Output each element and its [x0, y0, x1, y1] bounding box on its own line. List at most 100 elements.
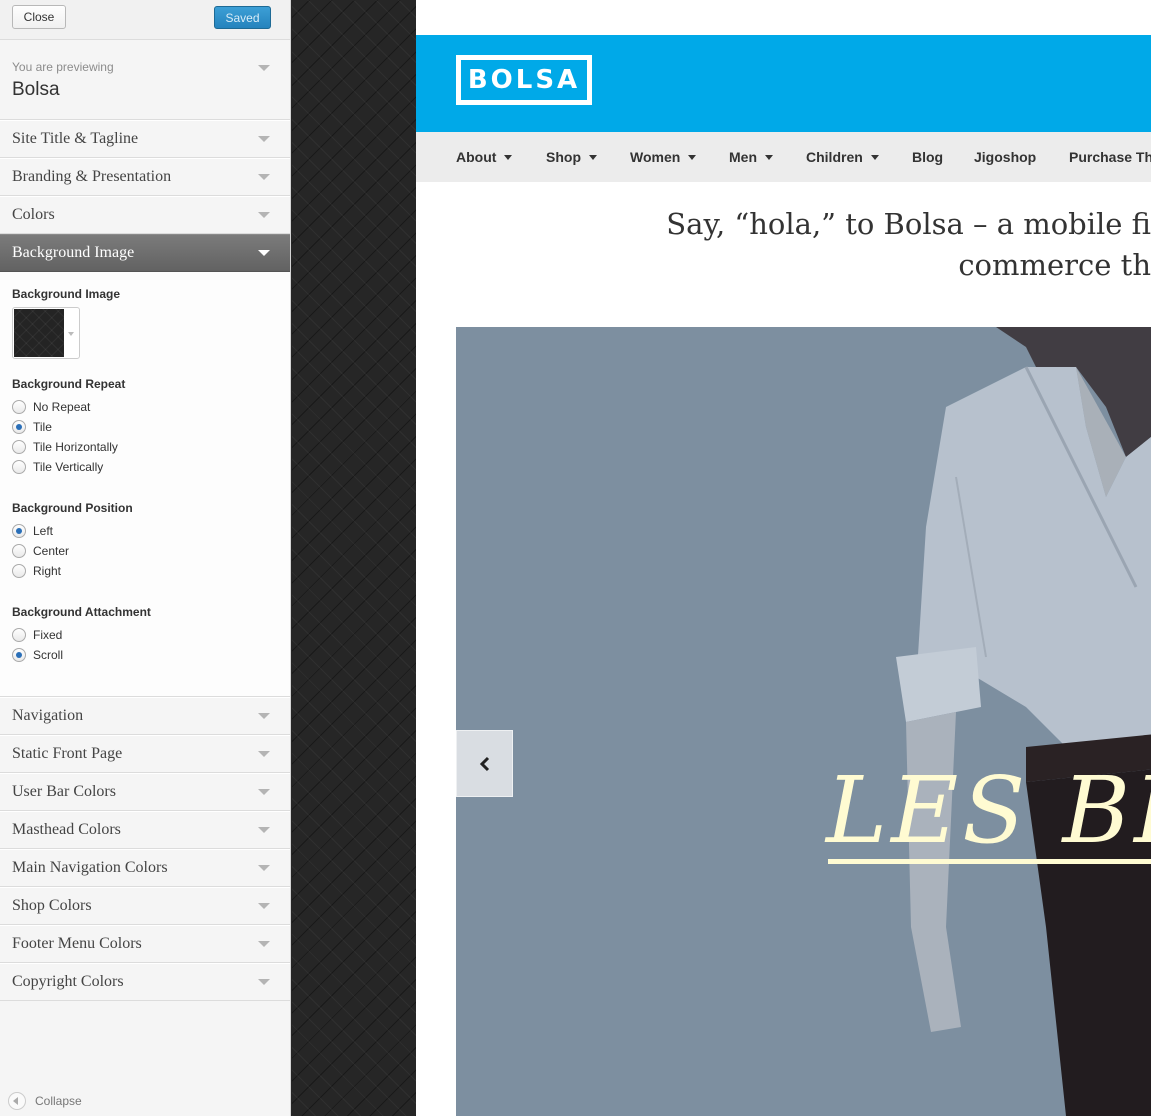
radio-button[interactable] — [12, 628, 26, 642]
section-label: Footer Menu Colors — [12, 935, 142, 952]
radio-right[interactable]: Right — [12, 561, 278, 581]
section-static-front-page[interactable]: Static Front Page — [0, 735, 290, 773]
section-label: Static Front Page — [12, 745, 123, 762]
background-attachment-options: Fixed Scroll — [12, 625, 278, 665]
saved-button[interactable]: Saved — [214, 6, 271, 29]
theme-name: Bolsa — [12, 79, 60, 100]
site-logo[interactable]: BOLSA — [456, 55, 592, 105]
nav-label: Women — [630, 149, 681, 165]
radio-label: Scroll — [33, 648, 64, 662]
chevron-down-icon — [258, 827, 270, 833]
background-position-title: Background Position — [12, 501, 133, 515]
site-preview: BOLSA About Shop Women Men Children Blog… — [416, 0, 1151, 1116]
radio-scroll[interactable]: Scroll — [12, 645, 278, 665]
theme-preview-info[interactable]: You are previewing Bolsa — [0, 40, 290, 120]
customizer-sidebar: Close Saved You are previewing Bolsa Sit… — [0, 0, 291, 1116]
chevron-down-icon — [258, 65, 270, 71]
section-branding-presentation[interactable]: Branding & Presentation — [0, 158, 290, 196]
hero-caption-underline — [828, 859, 1151, 864]
collapse-arrow-icon — [8, 1092, 26, 1110]
nav-label: Jigoshop — [974, 149, 1037, 165]
caret-down-icon — [589, 155, 597, 160]
section-main-navigation-colors[interactable]: Main Navigation Colors — [0, 849, 290, 887]
radio-label: Tile Vertically — [33, 460, 104, 474]
section-colors[interactable]: Colors — [0, 196, 290, 234]
section-background-image[interactable]: Background Image — [0, 234, 290, 272]
section-label: Navigation — [12, 707, 84, 724]
nav-item-children[interactable]: Children — [806, 132, 879, 182]
background-attachment-title: Background Attachment — [12, 605, 151, 619]
model-figure-image — [896, 327, 1151, 1116]
section-footer-menu-colors[interactable]: Footer Menu Colors — [0, 925, 290, 963]
radio-label: Left — [33, 524, 54, 538]
chevron-down-icon — [258, 713, 270, 719]
chevron-left-icon — [479, 756, 490, 772]
section-site-title-tagline[interactable]: Site Title & Tagline — [0, 120, 290, 158]
nav-item-shop[interactable]: Shop — [546, 132, 597, 182]
chevron-down-icon — [258, 903, 270, 909]
background-image-picker[interactable] — [12, 307, 80, 359]
section-copyright-colors[interactable]: Copyright Colors — [0, 963, 290, 1001]
slider-prev-button[interactable] — [456, 730, 513, 797]
section-navigation[interactable]: Navigation — [0, 697, 290, 735]
main-navigation: About Shop Women Men Children Blog Jigos… — [416, 132, 1151, 182]
section-label: Branding & Presentation — [12, 168, 172, 185]
nav-item-women[interactable]: Women — [630, 132, 697, 182]
background-repeat-options: No Repeat Tile Tile Horizontally Tile Ve… — [12, 397, 278, 477]
radio-button[interactable] — [12, 564, 26, 578]
background-image-title: Background Image — [12, 287, 121, 301]
background-pattern — [292, 0, 416, 1116]
background-image-panel: Background Image Background Repeat No Re… — [0, 272, 290, 697]
chevron-down-icon — [258, 789, 270, 795]
radio-button[interactable] — [12, 460, 26, 474]
radio-button[interactable] — [12, 440, 26, 454]
radio-label: Tile — [33, 420, 52, 434]
radio-button[interactable] — [12, 648, 26, 662]
radio-button[interactable] — [12, 544, 26, 558]
radio-label: Tile Horizontally — [33, 440, 118, 454]
radio-tile-vertically[interactable]: Tile Vertically — [12, 457, 278, 477]
site-tagline: Say, “hola,” to Bolsa – a mobile fi comm… — [511, 204, 1151, 286]
background-image-swatch — [14, 309, 64, 357]
chevron-down-icon — [258, 941, 270, 947]
radio-left[interactable]: Left — [12, 521, 278, 541]
background-repeat-title: Background Repeat — [12, 377, 126, 391]
nav-item-men[interactable]: Men — [729, 132, 773, 182]
nav-label: Blog — [912, 149, 944, 165]
collapse-button[interactable]: Collapse — [8, 1092, 82, 1110]
nav-label: Men — [729, 149, 757, 165]
section-shop-colors[interactable]: Shop Colors — [0, 887, 290, 925]
chevron-down-icon — [258, 979, 270, 985]
section-label: Copyright Colors — [12, 973, 124, 990]
radio-button[interactable] — [12, 420, 26, 434]
section-masthead-colors[interactable]: Masthead Colors — [0, 811, 290, 849]
section-user-bar-colors[interactable]: User Bar Colors — [0, 773, 290, 811]
radio-tile-horizontally[interactable]: Tile Horizontally — [12, 437, 278, 457]
caret-down-icon — [688, 155, 697, 160]
section-label: Shop Colors — [12, 897, 92, 914]
radio-tile[interactable]: Tile — [12, 417, 278, 437]
nav-item-jigoshop[interactable]: Jigoshop — [974, 132, 1036, 182]
chevron-down-icon — [258, 865, 270, 871]
radio-button[interactable] — [12, 524, 26, 538]
section-label: Site Title & Tagline — [12, 130, 139, 147]
nav-item-purchase[interactable]: Purchase Th — [1069, 132, 1151, 182]
nav-label: Purchase Th — [1069, 149, 1151, 165]
chevron-down-icon — [258, 250, 270, 256]
radio-label: Right — [33, 564, 62, 578]
chevron-down-icon — [258, 136, 270, 142]
radio-fixed[interactable]: Fixed — [12, 625, 278, 645]
close-button[interactable]: Close — [12, 5, 66, 29]
radio-center[interactable]: Center — [12, 541, 278, 561]
customizer-header: Close Saved — [0, 0, 290, 40]
radio-no-repeat[interactable]: No Repeat — [12, 397, 278, 417]
radio-button[interactable] — [12, 400, 26, 414]
section-label: Masthead Colors — [12, 821, 121, 838]
tagline-line: commerce th — [958, 248, 1151, 282]
section-label: Colors — [12, 206, 55, 223]
dropdown-arrow-icon — [68, 332, 74, 336]
nav-item-blog[interactable]: Blog — [912, 132, 943, 182]
background-position-options: Left Center Right — [12, 521, 278, 581]
hero-slider: LES BE — [456, 327, 1151, 1116]
nav-item-about[interactable]: About — [456, 132, 513, 182]
